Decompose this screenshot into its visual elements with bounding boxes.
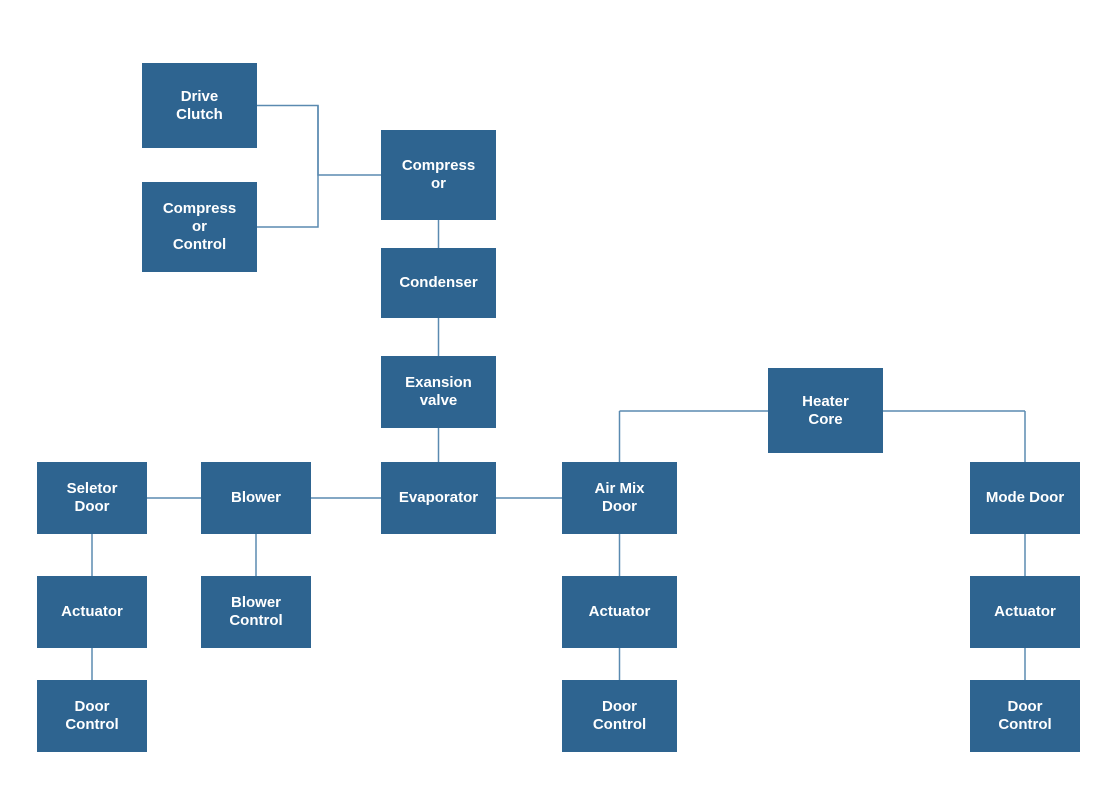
door-control-selector: DoorControl xyxy=(37,680,147,752)
drive-clutch: DriveClutch xyxy=(142,63,257,148)
condenser: Condenser xyxy=(381,248,496,318)
door-control-airmix: DoorControl xyxy=(562,680,677,752)
air-mix-door: Air MixDoor xyxy=(562,462,677,534)
heater-core: HeaterCore xyxy=(768,368,883,453)
compressor: Compressor xyxy=(381,130,496,220)
door-control-mode: DoorControl xyxy=(970,680,1080,752)
expansion-valve: Exansionvalve xyxy=(381,356,496,428)
actuator-airmix: Actuator xyxy=(562,576,677,648)
diagram-container: DriveClutch CompressorControl Compressor Co… xyxy=(0,0,1118,787)
actuator-selector: Actuator xyxy=(37,576,147,648)
blower-control: BlowerControl xyxy=(201,576,311,648)
actuator-mode: Actuator xyxy=(970,576,1080,648)
selector-door: SeletorDoor xyxy=(37,462,147,534)
compressor-control: CompressorControl xyxy=(142,182,257,272)
evaporator: Evaporator xyxy=(381,462,496,534)
mode-door: Mode Door xyxy=(970,462,1080,534)
blower: Blower xyxy=(201,462,311,534)
